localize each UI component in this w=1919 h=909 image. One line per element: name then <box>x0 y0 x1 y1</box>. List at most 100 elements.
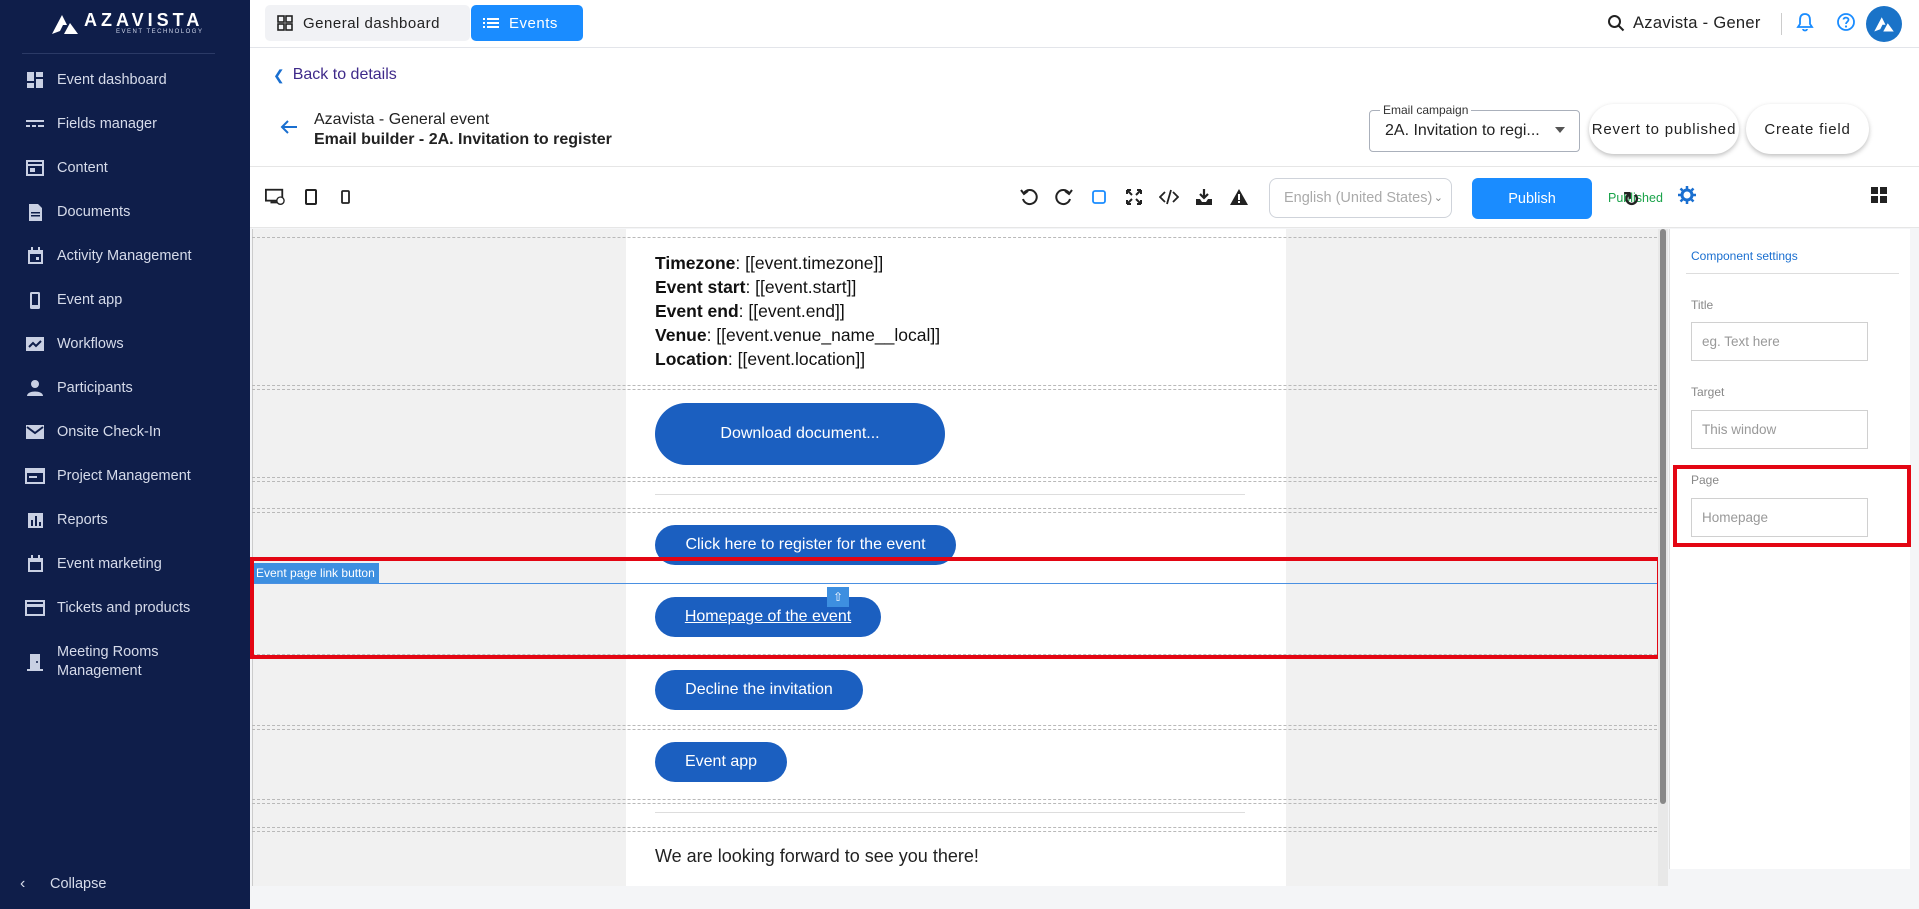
fullscreen-icon[interactable] <box>1124 187 1144 207</box>
help-icon[interactable] <box>1836 12 1856 37</box>
door-icon <box>24 651 46 673</box>
email-separator <box>655 494 1245 495</box>
bell-icon[interactable] <box>1796 12 1814 37</box>
azavista-logo-icon <box>52 15 78 34</box>
search-text: Azavista - Gener <box>1633 13 1761 32</box>
sidebar-item-documents[interactable]: Documents <box>0 194 250 230</box>
row-divider <box>252 385 1662 386</box>
email-separator <box>655 812 1245 813</box>
sidebar-item-activity-management[interactable]: Activity Management <box>0 238 250 274</box>
revert-to-published-button[interactable]: Revert to published <box>1589 104 1739 154</box>
info-value: : [[event.venue_name__local]] <box>706 325 941 345</box>
email-info-event-end[interactable]: Event end: [[event.end]] <box>655 299 845 323</box>
collapse-button[interactable]: ‹ Collapse <box>0 866 250 902</box>
code-icon[interactable] <box>1159 187 1179 207</box>
sidebar-item-label: Project Management <box>57 467 191 484</box>
email-campaign-label: Email campaign <box>1380 103 1472 117</box>
sidebar-item-content[interactable]: Content <box>0 150 250 186</box>
sidebar-item-fields-manager[interactable]: Fields manager <box>0 106 250 142</box>
event-name: Azavista - General event <box>314 111 490 128</box>
blocks-grid-icon[interactable] <box>1871 187 1887 208</box>
title-field[interactable]: eg. Text here <box>1691 322 1868 361</box>
row-divider <box>252 477 1662 478</box>
row-divider <box>252 725 1662 726</box>
sidebar-item-label: Event marketing <box>57 555 162 572</box>
back-link-label: Back to details <box>292 66 397 83</box>
sidebar-item-meeting-rooms-management[interactable]: Meeting Rooms Management <box>0 640 250 684</box>
event-app-button[interactable]: Event app <box>655 742 787 782</box>
download-document-button[interactable]: Download document... <box>655 403 945 465</box>
undo-icon[interactable] <box>1019 187 1039 207</box>
download-icon[interactable] <box>1194 187 1214 207</box>
panel-divider <box>1686 273 1899 274</box>
redo-icon[interactable] <box>1054 187 1074 207</box>
component-settings-title[interactable]: Component settings <box>1691 249 1798 263</box>
sidebar-item-workflows[interactable]: Workflows <box>0 326 250 362</box>
email-info-event-start[interactable]: Event start: [[event.start]] <box>655 275 856 299</box>
project-icon <box>24 465 46 487</box>
tab-events[interactable]: Events <box>471 5 583 41</box>
sidebar-item-project-management[interactable]: Project Management <box>0 458 250 494</box>
top-bar: General dashboard Events Azavista - Gene… <box>250 0 1919 48</box>
email-info-location[interactable]: Location: [[event.location]] <box>655 347 865 371</box>
sidebar-item-onsite-check-in[interactable]: Onsite Check-In <box>0 414 250 450</box>
azavista-logo[interactable]: AZAVISTA EVENT TECHNOLOGY <box>50 10 210 42</box>
page-title: Email builder - 2A. Invitation to regist… <box>314 131 612 148</box>
target-select[interactable]: This window <box>1691 410 1868 449</box>
row-divider <box>252 481 1662 482</box>
sidebar-item-event-dashboard[interactable]: Event dashboard <box>0 62 250 98</box>
warning-icon[interactable] <box>1229 187 1249 207</box>
sidebar-item-label: Participants <box>57 379 133 396</box>
chevron-left-icon: ‹ <box>20 875 26 892</box>
arrow-left-icon[interactable] <box>280 119 298 140</box>
language-value: English (United States) <box>1284 190 1433 206</box>
content-icon <box>24 157 46 179</box>
canvas-scrollbar-thumb[interactable] <box>1660 229 1666 804</box>
info-key: Event start <box>655 277 746 297</box>
component-settings-panel: Component settings Title eg. Text here T… <box>1669 229 1910 869</box>
title-field-label: Title <box>1691 298 1714 312</box>
create-field-button[interactable]: Create field <box>1746 104 1869 154</box>
avatar[interactable] <box>1866 6 1902 42</box>
reports-icon <box>24 509 46 531</box>
global-search[interactable]: Azavista - Gener <box>1607 9 1761 37</box>
row-divider <box>252 237 1662 238</box>
sidebar-item-label: Fields manager <box>57 115 157 132</box>
sidebar-item-event-app[interactable]: Event app <box>0 282 250 318</box>
info-key: Timezone <box>655 253 736 273</box>
row-divider <box>252 508 1662 509</box>
row-divider <box>252 799 1662 800</box>
decline-invitation-button[interactable]: Decline the invitation <box>655 670 863 710</box>
email-info-timezone[interactable]: Timezone: [[event.timezone]] <box>655 251 883 275</box>
sidebar-item-label: Meeting Rooms Management <box>57 644 159 679</box>
sidebar-item-reports[interactable]: Reports <box>0 502 250 538</box>
tab-general-dashboard[interactable]: General dashboard <box>265 5 470 41</box>
editor-toolbar: English (United States) ⌄ Publish Publis… <box>250 166 1919 228</box>
sidebar-item-tickets-and-products[interactable]: Tickets and products <box>0 590 250 626</box>
grid-dashboard-icon <box>277 15 293 31</box>
desktop-view-icon[interactable] <box>265 187 285 207</box>
sidebar-item-label: Reports <box>57 511 108 528</box>
sidebar-item-label: Onsite Check-In <box>57 423 161 440</box>
mobile-view-icon[interactable] <box>335 187 355 207</box>
calendar-icon <box>24 245 46 267</box>
highlight-page-field <box>1673 465 1911 547</box>
email-info-venue[interactable]: Venue: [[event.venue_name__local]] <box>655 323 940 347</box>
sidebar-item-event-marketing[interactable]: Event marketing <box>0 546 250 582</box>
closing-text: We are looking forward to see you there! <box>655 846 979 866</box>
publish-button[interactable]: Publish <box>1472 178 1592 219</box>
info-value: : [[event.location]] <box>727 349 866 369</box>
dashboard-icon <box>24 69 46 91</box>
component-outline-icon[interactable] <box>1089 187 1109 207</box>
sidebar-item-label: Activity Management <box>57 247 192 264</box>
gear-icon[interactable] <box>1678 186 1696 209</box>
sidebar-item-participants[interactable]: Participants <box>0 370 250 406</box>
language-select[interactable]: English (United States) ⌄ <box>1269 178 1452 218</box>
back-to-details-link[interactable]: ❮ Back to details <box>273 66 397 84</box>
row-divider <box>252 803 1662 804</box>
list-icon <box>483 17 499 29</box>
email-campaign-select[interactable]: Email campaign 2A. Invitation to regi... <box>1369 103 1580 152</box>
loading-spinner-icon: ↻ <box>1623 189 1640 211</box>
tablet-view-icon[interactable] <box>301 187 321 207</box>
sidebar: AZAVISTA EVENT TECHNOLOGY Event dashboar… <box>0 0 250 909</box>
